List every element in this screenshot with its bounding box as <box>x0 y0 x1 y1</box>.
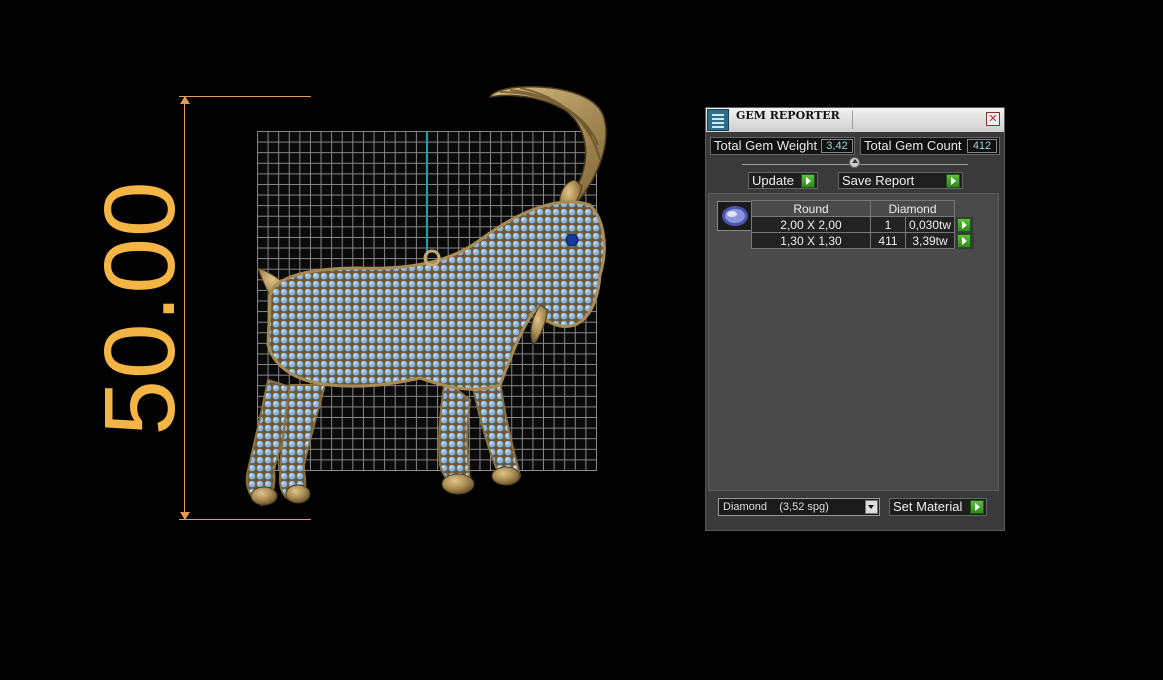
dimension-top-extension <box>179 96 311 97</box>
gem-size: 2,00 X 2,00 <box>751 216 871 233</box>
close-button[interactable]: ✕ <box>986 112 1000 126</box>
dimension-bottom-extension <box>179 519 311 520</box>
material-header: Diamond <box>870 200 955 217</box>
material-dropdown[interactable]: Diamond (3,52 spg) <box>718 498 880 516</box>
gem-count: 411 <box>870 232 906 249</box>
gem-table: Round Diamond 2,00 X 2,00 1 0,030tw 1,30… <box>751 200 974 249</box>
gem-size: 1,30 X 1,30 <box>751 232 871 249</box>
play-arrow-icon <box>946 174 960 188</box>
gem-reporter-panel: GEM REPORTER ✕ Total Gem Weight 3,42 Tot… <box>705 107 1005 531</box>
goat-horn <box>488 86 607 212</box>
panel-splitter-handle[interactable] <box>849 157 860 168</box>
play-arrow-icon <box>801 174 815 188</box>
title-separator <box>852 111 853 129</box>
update-button[interactable]: Update <box>748 172 818 189</box>
gem-weight: 3,39tw <box>905 232 955 249</box>
total-gem-count-value: 412 <box>967 139 997 153</box>
panel-title: GEM REPORTER <box>736 109 840 122</box>
table-row[interactable]: 2,00 X 2,00 1 0,030tw <box>751 216 974 233</box>
gem-weight: 0,030tw <box>905 216 955 233</box>
gem-count: 1 <box>870 216 906 233</box>
diamond-gem-icon <box>722 206 748 226</box>
set-material-button[interactable]: Set Material <box>889 498 987 516</box>
save-report-button[interactable]: Save Report <box>838 172 963 189</box>
close-icon: ✕ <box>988 112 998 125</box>
shape-header: Round <box>751 200 871 217</box>
gem-table-header: Round Diamond <box>751 200 974 217</box>
gem-report-area: Round Diamond 2,00 X 2,00 1 0,030tw 1,30… <box>708 193 999 491</box>
goat-front-leg <box>438 378 472 488</box>
gem-reporter-icon <box>707 109 729 131</box>
material-dropdown-value: Diamond (3,52 spg) <box>723 501 829 513</box>
dimension-arrow-up-icon <box>180 96 190 104</box>
play-arrow-icon <box>970 500 984 514</box>
panel-titlebar[interactable]: GEM REPORTER ✕ <box>706 108 1004 132</box>
table-row[interactable]: 1,30 X 1,30 411 3,39tw <box>751 232 974 249</box>
dimension-arrow-down-icon <box>180 512 190 520</box>
total-gem-weight-value: 3,42 <box>821 139 853 153</box>
goat-body <box>266 200 606 391</box>
select-row-button[interactable] <box>957 217 971 232</box>
goat-eye <box>565 233 579 247</box>
3d-viewport[interactable]: 50.00 <box>0 0 700 680</box>
chevron-down-icon[interactable] <box>865 500 878 514</box>
select-row-button[interactable] <box>957 233 971 248</box>
round-gem-thumbnail[interactable] <box>717 201 752 231</box>
